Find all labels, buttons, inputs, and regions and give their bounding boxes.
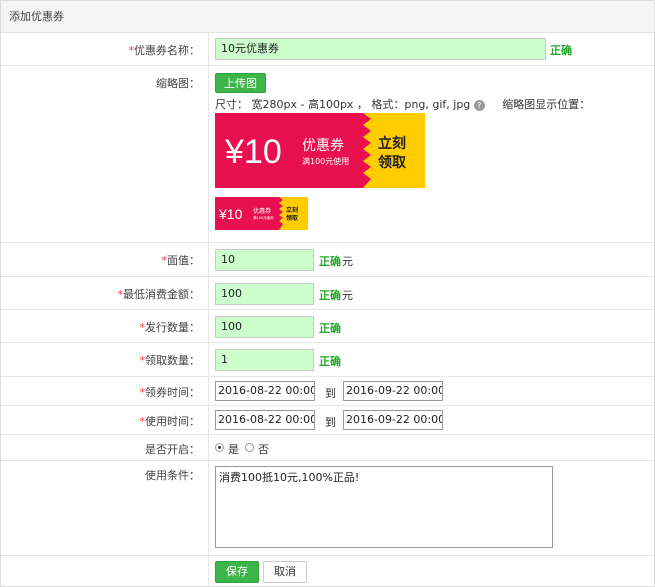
- label-enabled: 是否开启：: [145, 443, 200, 456]
- min-spend-input[interactable]: 100: [215, 283, 314, 305]
- coupon-cta-line2: 领取: [378, 154, 407, 171]
- label-issue-quantity: 发行数量：: [145, 321, 200, 334]
- claim-quantity-input[interactable]: 1: [215, 349, 314, 371]
- cancel-button[interactable]: 取消: [263, 561, 307, 583]
- radio-yes-label[interactable]: 是: [228, 441, 239, 457]
- use-to-label: 到: [325, 416, 336, 429]
- coupon-small-amount: ¥10: [218, 206, 243, 222]
- ok-text: 正确: [550, 44, 572, 57]
- ok-text: 正确: [319, 289, 341, 302]
- upload-image-button[interactable]: 上传图: [215, 73, 266, 93]
- coupon-preview-small: ¥10 优惠券 满100元使用 立刻 领取: [215, 197, 308, 230]
- radio-no-label[interactable]: 否: [258, 441, 269, 457]
- row-issue-quantity: *发行数量： 100 正确: [1, 310, 654, 343]
- coupon-small-title: 优惠券: [253, 207, 271, 215]
- row-min-spend: *最低消费金额： 100 正确 元: [1, 277, 654, 310]
- conditions-textarea[interactable]: 消费100抵10元,100%正品!: [215, 466, 553, 548]
- ok-text: 正确: [319, 322, 341, 335]
- help-icon[interactable]: ?: [473, 99, 485, 111]
- position-hint: 缩略图显示位置：: [502, 98, 591, 111]
- label-use-time: 使用时间：: [145, 415, 200, 428]
- row-claim-quantity: *领取数量： 1 正确: [1, 343, 654, 377]
- use-end-date-input[interactable]: 2016-09-22 00:00:00: [343, 410, 443, 430]
- label-claim-time: 领券时间：: [145, 386, 200, 399]
- radio-yes[interactable]: [215, 443, 224, 452]
- use-start-date-input[interactable]: 2016-08-22 00:00:00: [215, 410, 315, 430]
- coupon-subtitle: 满100元使用: [302, 156, 349, 166]
- label-face-value: 面值：: [167, 254, 200, 267]
- min-spend-unit: 元: [342, 289, 353, 302]
- image-hint: 尺寸： 宽280px - 高100px ， 格式：png, gif, jpg ?…: [215, 96, 590, 112]
- ok-text: 正确: [319, 355, 341, 368]
- coupon-small-cta1: 立刻: [286, 206, 298, 214]
- label-conditions: 使用条件：: [145, 469, 200, 482]
- row-actions: 保存 取消: [1, 556, 654, 586]
- coupon-name-input[interactable]: 10元优惠券: [215, 38, 546, 60]
- face-value-unit: 元: [342, 255, 353, 268]
- coupon-title: 优惠券: [302, 138, 344, 154]
- coupon-amount: ¥10: [224, 133, 282, 171]
- row-face-value: *面值： 10 正确 元: [1, 243, 654, 277]
- row-claim-time: *领券时间： 2016-08-22 00:00:00 到 2016-09-22 …: [1, 377, 654, 406]
- label-coupon-name: 优惠券名称：: [134, 44, 200, 57]
- label-thumbnail: 缩略图：: [156, 77, 200, 90]
- panel-title: 添加优惠券: [1, 1, 654, 33]
- claim-start-date-input[interactable]: 2016-08-22 00:00:00: [215, 381, 315, 401]
- save-button[interactable]: 保存: [215, 561, 259, 583]
- label-min-spend: 最低消费金额：: [123, 288, 200, 301]
- row-use-time: *使用时间： 2016-08-22 00:00:00 到 2016-09-22 …: [1, 406, 654, 435]
- label-claim-quantity: 领取数量：: [145, 354, 200, 367]
- row-enabled: 是否开启： 是 否: [1, 435, 654, 461]
- row-conditions: 使用条件： 消费100抵10元,100%正品!: [1, 461, 654, 556]
- ok-text: 正确: [319, 255, 341, 268]
- radio-no[interactable]: [245, 443, 254, 452]
- issue-quantity-input[interactable]: 100: [215, 316, 314, 338]
- size-format-hint: 尺寸： 宽280px - 高100px ， 格式：png, gif, jpg: [215, 98, 471, 111]
- coupon-preview-large: ¥10 优惠券 满100元使用 立刻 领取: [215, 113, 425, 188]
- claim-to-label: 到: [325, 387, 336, 400]
- coupon-form-panel: 添加优惠券 *优惠券名称： 10元优惠券 正确 缩略图： 上传图 尺寸： 宽28…: [0, 0, 655, 587]
- face-value-input[interactable]: 10: [215, 249, 314, 271]
- claim-end-date-input[interactable]: 2016-09-22 00:00:00: [343, 381, 443, 401]
- coupon-small-subtitle: 满100元使用: [253, 215, 274, 220]
- coupon-cta-line1: 立刻: [378, 135, 406, 152]
- row-coupon-name: *优惠券名称： 10元优惠券 正确: [1, 33, 654, 66]
- coupon-small-cta2: 领取: [286, 214, 299, 222]
